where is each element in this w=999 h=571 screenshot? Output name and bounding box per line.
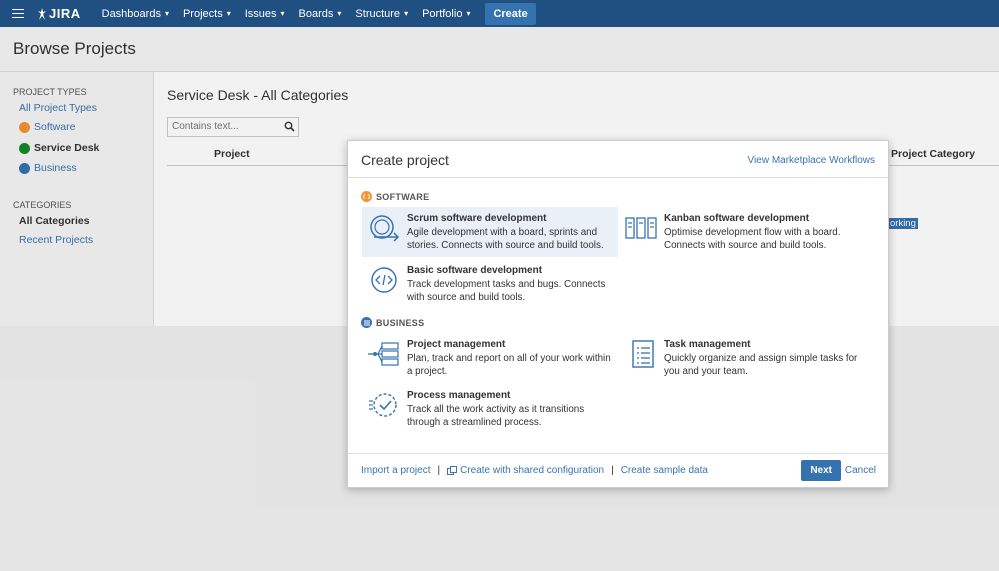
dialog-title: Create project xyxy=(361,152,449,168)
project-management-icon xyxy=(368,342,399,366)
template-process-management[interactable]: Process management Track all the work ac… xyxy=(362,384,618,434)
nav-label: Structure xyxy=(355,7,401,20)
nav-label: Boards xyxy=(298,7,334,20)
footer-links: Import a project | Create with shared co… xyxy=(361,465,708,476)
template-name: Project management xyxy=(407,339,506,350)
create-project-dialog: Create project View Marketplace Workflow… xyxy=(347,140,889,488)
scrum-icon xyxy=(370,215,400,242)
template-name: Kanban software development xyxy=(664,213,810,224)
software-icon xyxy=(361,191,372,202)
template-desc: Track development tasks and bugs. Connec… xyxy=(407,279,606,303)
nav-projects[interactable]: Projects ▾ xyxy=(176,0,238,27)
chevron-down-icon: ▾ xyxy=(226,9,231,18)
shared-config-icon xyxy=(447,465,458,475)
marketplace-workflows-link[interactable]: View Marketplace Workflows xyxy=(748,155,875,166)
business-icon xyxy=(361,317,372,328)
dialog-header: Create project View Marketplace Workflow… xyxy=(348,141,888,178)
template-name: Scrum software development xyxy=(407,213,547,224)
task-list-icon xyxy=(632,340,654,368)
nav-structure[interactable]: Structure ▾ xyxy=(348,0,415,27)
top-nav: JIRA Dashboards ▾ Projects ▾ Issues ▾ Board… xyxy=(0,0,999,27)
kanban-icon xyxy=(625,217,657,239)
template-desc: Quickly organize and assign simple tasks… xyxy=(664,353,858,377)
shared-config-label: Create with shared configuration xyxy=(460,465,605,476)
logo-text: JIRA xyxy=(49,6,81,21)
template-kanban[interactable]: Kanban software development Optimise dev… xyxy=(619,207,875,257)
sample-data-link[interactable]: Create sample data xyxy=(621,465,708,476)
chevron-down-icon: ▾ xyxy=(404,9,409,18)
template-desc: Agile development with a board, sprints … xyxy=(407,227,604,251)
process-icon xyxy=(369,393,397,417)
next-button[interactable]: Next xyxy=(801,460,841,481)
app-switcher-icon[interactable] xyxy=(0,0,36,27)
nav-label: Portfolio xyxy=(422,7,463,20)
jira-logo-icon xyxy=(38,7,46,20)
software-section-heading: SOFTWARE xyxy=(361,191,429,202)
chevron-down-icon: ▾ xyxy=(164,9,169,18)
template-name: Basic software development xyxy=(407,265,543,276)
template-task-management[interactable]: Task management Quickly organize and ass… xyxy=(619,333,875,383)
section-label: SOFTWARE xyxy=(376,191,430,202)
nav-dashboards[interactable]: Dashboards ▾ xyxy=(95,0,176,27)
chevron-down-icon: ▾ xyxy=(466,9,471,18)
code-icon xyxy=(371,267,397,293)
template-desc: Track all the work activity as it transi… xyxy=(407,404,585,428)
create-button[interactable]: Create xyxy=(485,2,536,25)
dialog-footer: Import a project | Create with shared co… xyxy=(348,453,888,487)
nav-boards[interactable]: Boards ▾ xyxy=(292,0,349,27)
nav-label: Issues xyxy=(244,7,277,20)
nav-portfolio[interactable]: Portfolio ▾ xyxy=(415,0,477,27)
template-basic[interactable]: Basic software development Track develop… xyxy=(362,259,618,309)
template-name: Process management xyxy=(407,390,511,401)
template-scrum[interactable]: Scrum software development Agile develop… xyxy=(362,207,618,257)
template-desc: Plan, track and report on all of your wo… xyxy=(407,353,611,377)
shared-config-link[interactable]: Create with shared configuration xyxy=(447,465,604,476)
chevron-down-icon: ▾ xyxy=(280,9,285,18)
import-project-link[interactable]: Import a project xyxy=(361,465,430,476)
template-desc: Optimise development flow with a board. … xyxy=(664,227,841,251)
separator: | xyxy=(437,465,441,476)
template-project-management[interactable]: Project management Plan, track and repor… xyxy=(362,333,618,383)
nav-label: Dashboards xyxy=(101,7,161,20)
template-name: Task management xyxy=(664,339,751,350)
business-section-heading: BUSINESS xyxy=(361,317,424,328)
chevron-down-icon: ▾ xyxy=(337,9,342,18)
separator: | xyxy=(611,465,614,476)
cancel-button[interactable]: Cancel xyxy=(845,465,876,476)
nav-label: Projects xyxy=(182,7,223,20)
nav-issues[interactable]: Issues ▾ xyxy=(238,0,292,27)
jira-logo[interactable]: JIRA xyxy=(37,6,81,21)
section-label: BUSINESS xyxy=(376,317,425,328)
